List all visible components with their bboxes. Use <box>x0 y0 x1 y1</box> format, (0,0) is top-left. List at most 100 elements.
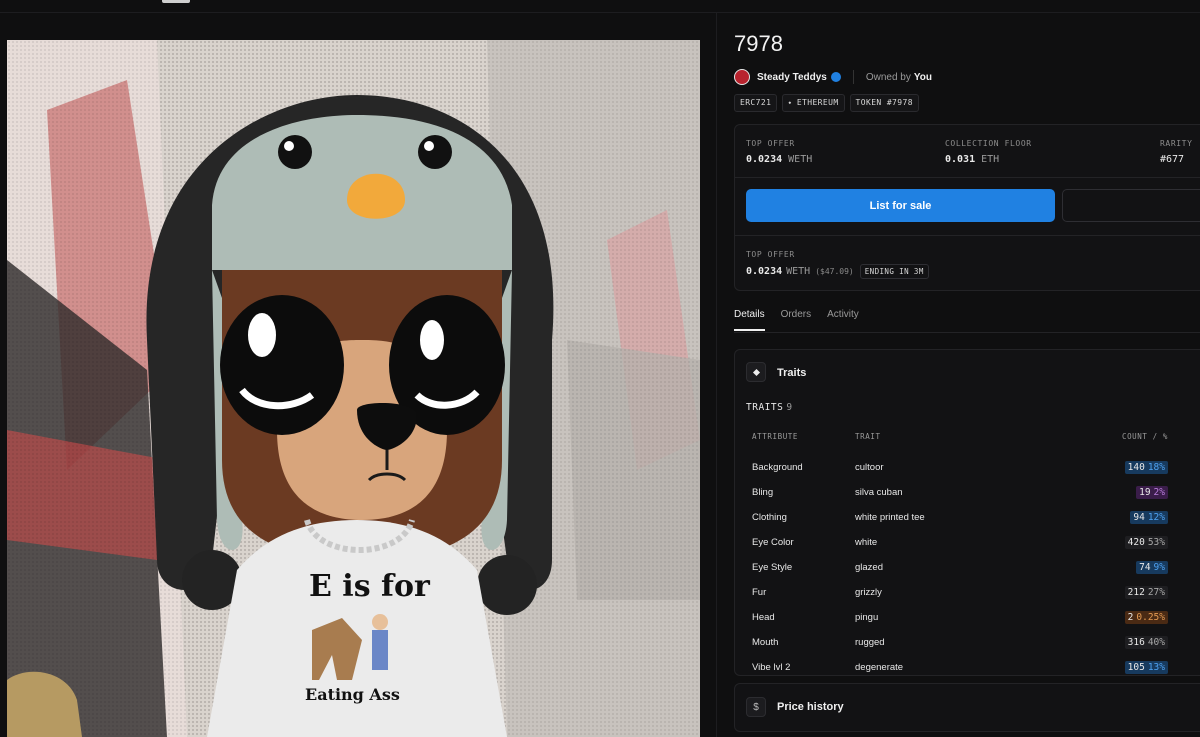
secondary-action-button[interactable] <box>1062 189 1200 222</box>
trait-row[interactable]: Eye Color white 420 53% <box>735 533 1200 555</box>
teddy-artwork: E is for Eating Ass <box>7 40 700 737</box>
collection-name-link[interactable]: Steady Teddys <box>757 72 827 83</box>
trait-count-badge: 19 2% <box>1136 486 1168 499</box>
trait-row[interactable]: Eye Style glazed 74 9% <box>735 558 1200 580</box>
traits-card: Traits TRAITS 9 ATTRIBUTE TRAIT COUNT / %… <box>734 349 1200 676</box>
chip-chain: ⬩ ETHEREUM <box>782 94 845 112</box>
detail-tabs: Details Orders Activity <box>734 309 859 331</box>
trait-attribute: Vibe lvl 2 <box>752 662 791 673</box>
verified-badge-icon <box>830 72 841 82</box>
tab-details[interactable]: Details <box>734 309 765 331</box>
offer-currency: WETH <box>786 266 811 277</box>
trait-percent: 0.25% <box>1136 612 1165 623</box>
trait-count-badge: 2 0.25% <box>1124 611 1168 624</box>
trait-value: white <box>855 537 878 548</box>
top-offer-value: 0.0234 WETH <box>746 154 812 165</box>
shirt-text-line-2: Eating Ass <box>305 685 400 704</box>
trait-row[interactable]: Fur grizzly 212 27% <box>735 583 1200 605</box>
card-divider <box>735 177 1200 178</box>
ethereum-icon: ⬩ <box>788 98 797 107</box>
collection-row: Steady Teddys Owned by You <box>734 68 932 86</box>
trait-attribute: Head <box>752 612 775 623</box>
trait-count-badge: 74 9% <box>1136 561 1168 574</box>
offer-amount: 0.0234 <box>746 266 783 277</box>
trait-row[interactable]: Vibe lvl 2 degenerate 105 13% <box>735 658 1200 680</box>
top-bar <box>0 0 1200 13</box>
nft-title: 7978 <box>734 31 783 56</box>
tabs-underline <box>734 332 1200 333</box>
trait-count: 212 <box>1127 587 1145 598</box>
market-card: TOP OFFER 0.0234 WETH COLLECTION FLOOR 0… <box>734 124 1200 291</box>
list-for-sale-button[interactable]: List for sale <box>746 189 1055 222</box>
offer-ending-badge: ENDING IN 3M <box>859 264 929 279</box>
trait-row[interactable]: Clothing white printed tee 94 12% <box>735 508 1200 530</box>
trait-value: cultoor <box>855 462 884 473</box>
top-tab-indicator[interactable] <box>162 0 190 3</box>
diamond-icon <box>752 368 760 376</box>
trait-percent: 12% <box>1147 512 1165 523</box>
divider <box>852 70 854 84</box>
shirt-text-line-1: E is for <box>309 569 431 604</box>
rarity-value[interactable]: #677 <box>1160 154 1184 165</box>
trait-percent: 40% <box>1147 637 1165 648</box>
trait-count: 420 <box>1127 537 1145 548</box>
trait-attribute: Fur <box>752 587 767 598</box>
tab-activity[interactable]: Activity <box>827 309 859 331</box>
trait-value: glazed <box>855 562 883 573</box>
traits-count-label: TRAITS <box>746 402 784 413</box>
chip-standard: ERC721 <box>734 94 778 112</box>
nft-image[interactable]: E is for Eating Ass <box>7 40 700 737</box>
trait-value: rugged <box>855 637 885 648</box>
offer-usd: ($47.09) <box>815 267 854 276</box>
owned-by: Owned by You <box>866 72 932 83</box>
floor-amount: 0.031 <box>945 154 976 165</box>
header-trait: TRAIT <box>855 432 881 441</box>
trait-count: 19 <box>1139 487 1151 498</box>
trait-percent: 18% <box>1147 462 1165 473</box>
trait-attribute: Eye Color <box>752 537 794 548</box>
trait-percent: 9% <box>1153 562 1165 573</box>
dollar-icon: $ <box>746 697 766 717</box>
offer-value: 0.0234 WETH ($47.09) ENDING IN 3M <box>746 264 929 279</box>
trait-attribute: Eye Style <box>752 562 793 573</box>
trait-attribute: Bling <box>752 487 774 498</box>
trait-count-badge: 212 27% <box>1124 586 1168 599</box>
traits-title[interactable]: Traits <box>777 367 806 379</box>
trait-count: 74 <box>1139 562 1151 573</box>
trait-row[interactable]: Head pingu 2 0.25% <box>735 608 1200 630</box>
trait-count: 2 <box>1127 612 1134 623</box>
floor-label: COLLECTION FLOOR <box>945 139 1032 148</box>
floor-currency: ETH <box>981 154 1000 165</box>
floor-value: 0.031 ETH <box>945 154 999 165</box>
card-divider <box>735 235 1200 236</box>
trait-percent: 2% <box>1153 487 1165 498</box>
owner-link[interactable]: You <box>914 72 932 83</box>
trait-attribute: Mouth <box>752 637 779 648</box>
trait-value: white printed tee <box>855 512 925 523</box>
trait-count-badge: 140 18% <box>1124 461 1168 474</box>
header-attribute: ATTRIBUTE <box>752 432 799 441</box>
chip-chain-label: ETHEREUM <box>796 98 839 107</box>
collection-avatar[interactable] <box>734 69 750 85</box>
trait-row[interactable]: Bling silva cuban 19 2% <box>735 483 1200 505</box>
trait-value: pingu <box>855 612 879 623</box>
trait-attribute: Background <box>752 462 803 473</box>
top-offer-amount: 0.0234 <box>746 154 783 165</box>
tab-orders[interactable]: Orders <box>781 309 812 331</box>
traits-count: TRAITS 9 <box>746 402 793 413</box>
trait-percent: 13% <box>1147 662 1165 673</box>
rarity-label: RARITY <box>1160 139 1193 148</box>
trait-count: 316 <box>1127 637 1145 648</box>
trait-row[interactable]: Background cultoor 140 18% <box>735 458 1200 480</box>
trait-count-badge: 105 13% <box>1124 661 1168 674</box>
price-history-title[interactable]: Price history <box>777 701 844 713</box>
token-chips: ERC721 ⬩ ETHEREUM TOKEN #7978 <box>734 94 919 112</box>
price-history-card[interactable]: $ Price history <box>734 683 1200 732</box>
trait-value: silva cuban <box>855 487 903 498</box>
trait-count-badge: 316 40% <box>1124 636 1168 649</box>
traits-count-value: 9 <box>786 402 793 413</box>
traits-icon <box>746 362 766 382</box>
trait-attribute: Clothing <box>752 512 787 523</box>
owned-by-label: Owned by <box>865 71 911 83</box>
trait-row[interactable]: Mouth rugged 316 40% <box>735 633 1200 655</box>
